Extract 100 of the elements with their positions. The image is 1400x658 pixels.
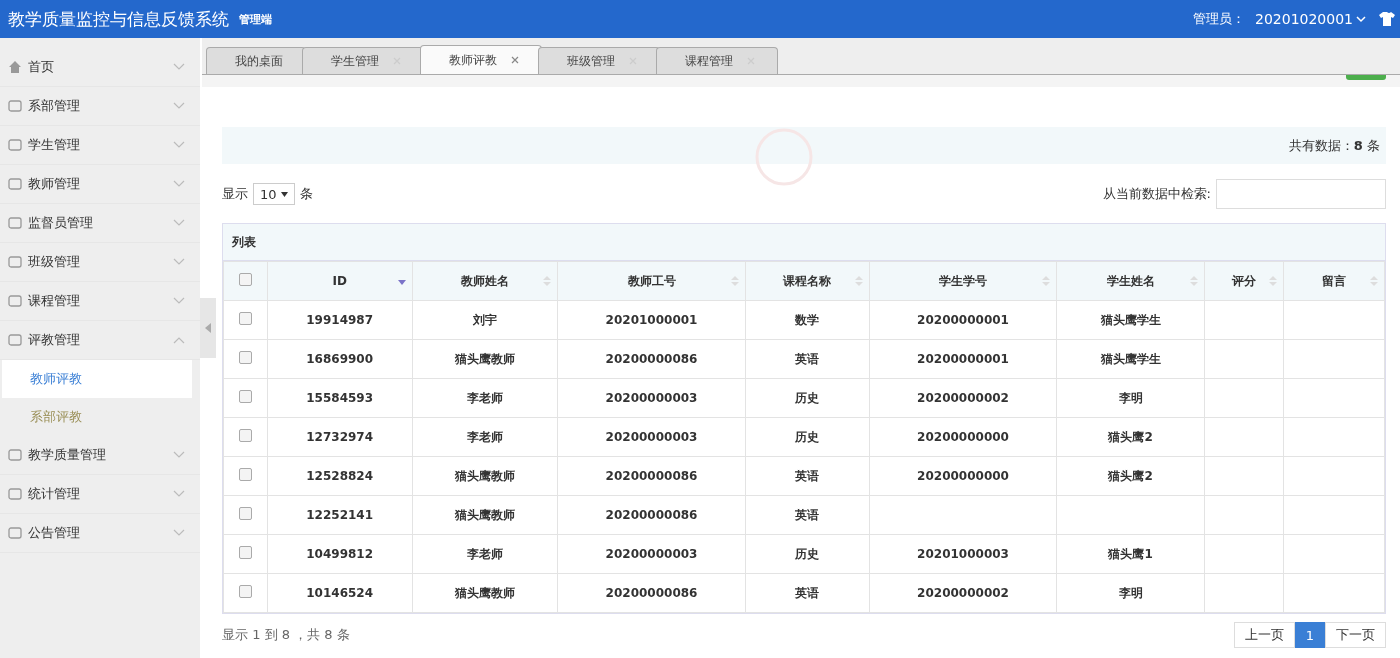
page-button[interactable]: 1 [1294, 622, 1325, 648]
page-size-select[interactable]: 10 [253, 183, 295, 205]
column-header[interactable]: 学生姓名 [1056, 261, 1205, 301]
record-count: 共有数据：8 条 [1288, 136, 1380, 155]
row-checkbox[interactable] [238, 546, 252, 559]
sidebar-item[interactable]: 公告管理 [0, 514, 200, 553]
loading-spinner [754, 127, 814, 187]
shirt-icon[interactable] [1378, 11, 1396, 27]
table-cell: 数学 [795, 312, 820, 327]
submenu-item[interactable]: 教师评教 [2, 360, 192, 398]
menu-icon [8, 99, 22, 113]
user-menu[interactable]: 20201020001 [1255, 11, 1366, 27]
column-header[interactable]: 留言 [1283, 261, 1385, 301]
table-cell: 20200000001 [917, 313, 1009, 327]
row-checkbox[interactable] [238, 312, 252, 325]
table-cell: 20200000086 [605, 469, 698, 483]
sidebar-item[interactable]: 学生管理 [0, 126, 200, 165]
menu-icon [8, 255, 22, 269]
row-checkbox[interactable] [238, 351, 252, 364]
page-button[interactable]: 上一页 [1233, 622, 1295, 648]
row-checkbox[interactable] [238, 429, 252, 442]
sidebar-item[interactable]: 教学质量管理 [0, 436, 200, 475]
table-cell: 20200000000 [917, 430, 1009, 444]
caret-down-icon [281, 191, 288, 197]
table-cell: 英语 [795, 507, 820, 522]
table-cell: 猫头鹰学生 [1100, 351, 1161, 366]
menu-icon [8, 60, 22, 74]
table-cell: 20200000001 [917, 352, 1009, 366]
table-title: 列表 [223, 224, 1385, 261]
table-cell: 20200000002 [917, 586, 1009, 600]
table-cell: 16869900 [306, 352, 374, 366]
page-info: 显示 1 到 8 ，共 8 条 [222, 626, 350, 644]
table-cell: 猫头鹰1 [1108, 546, 1153, 561]
table-cell: 英语 [795, 351, 820, 366]
menu-icon [8, 333, 22, 347]
sidebar-item[interactable]: 教师管理 [0, 165, 200, 204]
row-checkbox[interactable] [238, 585, 252, 598]
menu-icon [8, 448, 22, 462]
app-subtitle: 管理端 [239, 11, 272, 27]
column-header[interactable]: ID [267, 261, 413, 301]
table-cell: 李老师 [466, 429, 503, 444]
row-checkbox[interactable] [238, 390, 252, 403]
menu-icon [8, 487, 22, 501]
menu-icon [8, 138, 22, 152]
table-cell: 20200000003 [605, 547, 698, 561]
table-cell: 猫头鹰2 [1108, 468, 1153, 483]
page-button[interactable]: 下一页 [1325, 622, 1386, 648]
row-checkbox[interactable] [238, 468, 252, 481]
table-cell: 猫头鹰教师 [454, 351, 515, 366]
sidebar-item[interactable]: 班级管理 [0, 243, 200, 282]
table-cell: 20200000086 [605, 586, 698, 600]
column-header[interactable]: 教师工号 [557, 261, 746, 301]
table-cell: 12732974 [306, 430, 374, 444]
select-all-checkbox[interactable] [238, 273, 252, 286]
table-cell: 李老师 [466, 546, 503, 561]
menu-icon [8, 216, 22, 230]
table-cell: 猫头鹰教师 [454, 468, 515, 483]
table-cell: 20200000086 [605, 352, 698, 366]
chevron-down-icon [1356, 15, 1366, 23]
entries-label: 条 [300, 185, 313, 203]
sidebar-item[interactable]: 课程管理 [0, 282, 200, 321]
table-cell: 猫头鹰教师 [454, 585, 515, 600]
table-cell: 英语 [795, 585, 820, 600]
search-field[interactable] [1216, 179, 1386, 209]
table-cell: 历史 [795, 390, 820, 405]
table-cell: 20200000003 [605, 391, 698, 405]
sidebar-item[interactable]: 统计管理 [0, 475, 200, 514]
column-header[interactable]: 课程名称 [745, 261, 870, 301]
action-button[interactable] [1346, 75, 1386, 80]
table-cell: 猫头鹰学生 [1100, 312, 1161, 327]
table-cell: 20201000001 [605, 313, 698, 327]
table-cell: 10146524 [306, 586, 374, 600]
close-icon[interactable] [511, 56, 519, 64]
tab[interactable]: 课程管理 [656, 47, 778, 74]
table-cell: 李明 [1118, 585, 1143, 600]
column-header[interactable]: 评分 [1204, 261, 1284, 301]
row-checkbox[interactable] [238, 507, 252, 520]
tab[interactable]: 教师评教 [420, 45, 542, 74]
caret-left-icon [205, 323, 211, 333]
menu-icon [8, 294, 22, 308]
table-cell: 李明 [1118, 390, 1143, 405]
sidebar-item[interactable]: 监督员管理 [0, 204, 200, 243]
sidebar-item[interactable]: 系部管理 [0, 87, 200, 126]
table-cell: 10499812 [306, 547, 374, 561]
table-cell: 猫头鹰教师 [454, 507, 515, 522]
menu-icon [8, 526, 22, 540]
table-cell: 20200000003 [605, 430, 698, 444]
table-cell: 猫头鹰2 [1108, 429, 1153, 444]
table-cell: 12252141 [306, 508, 374, 522]
table-cell: 20201000003 [917, 547, 1009, 561]
table-cell: 19914987 [306, 313, 374, 327]
table-cell: 李老师 [466, 390, 503, 405]
column-header[interactable]: 学生学号 [869, 261, 1057, 301]
menu-icon [8, 177, 22, 191]
table-cell: 历史 [795, 546, 820, 561]
column-header[interactable]: 教师姓名 [412, 261, 558, 301]
table-cell: 英语 [795, 468, 820, 483]
table-cell: 20200000002 [917, 391, 1009, 405]
collapse-handle[interactable] [200, 298, 216, 358]
sidebar-item[interactable]: 首页 [0, 48, 200, 87]
